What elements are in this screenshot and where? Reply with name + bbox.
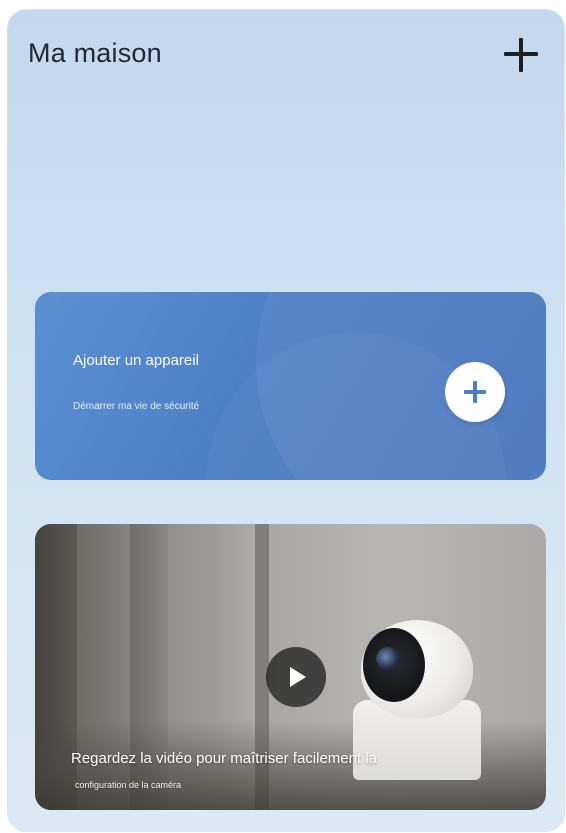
header: Ma maison <box>8 10 564 100</box>
tutorial-video-card[interactable]: Regardez la vidéo pour maîtriser facilem… <box>35 524 546 810</box>
add-device-title: Ajouter un appareil <box>73 352 199 369</box>
add-device-card[interactable]: Ajouter un appareil Démarrer ma vie de s… <box>35 292 546 480</box>
home-screen: Ma maison Ajouter un appareil Démarrer m… <box>8 10 564 831</box>
play-button[interactable] <box>266 647 326 707</box>
add-device-plus-icon[interactable] <box>445 362 505 422</box>
page-title: Ma maison <box>28 38 162 68</box>
camera-lens <box>376 647 400 671</box>
video-title: Regardez la vidéo pour maîtriser facilem… <box>71 750 377 767</box>
video-subtitle: configuration de la caméra <box>75 780 182 790</box>
add-device-subtitle: Démarrer ma vie de sécurité <box>73 401 200 412</box>
add-plus-icon[interactable] <box>504 38 538 72</box>
play-icon <box>290 667 306 687</box>
